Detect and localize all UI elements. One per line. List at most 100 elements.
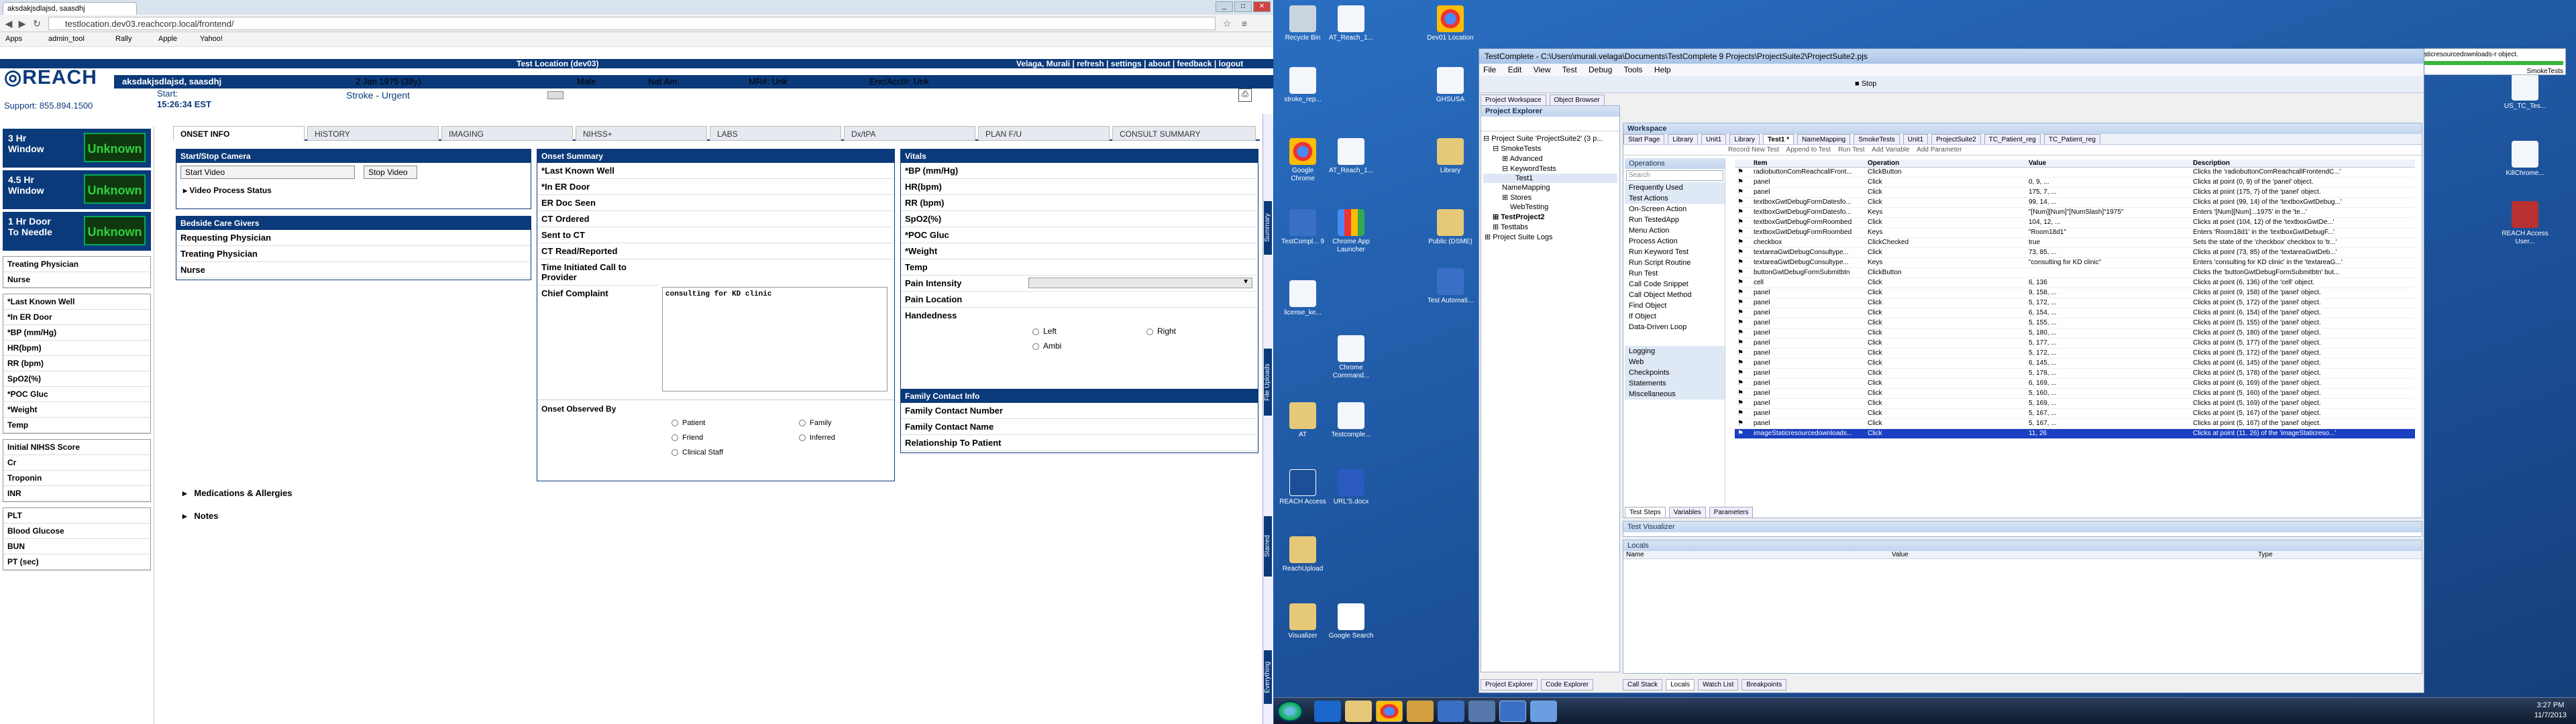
- tab-watch-list[interactable]: Watch List: [1698, 679, 1739, 690]
- desktop-icon-recycle-bin[interactable]: Recycle Bin: [1279, 5, 1326, 42]
- table-row[interactable]: ⚑ panel Click 5, 155, ... Clicks at point (5…: [1735, 318, 2415, 328]
- add-parameter[interactable]: Add Parameter: [1917, 146, 1962, 154]
- family-row[interactable]: Family Contact Name: [901, 419, 1258, 435]
- print-icon[interactable]: ⎙: [1238, 88, 1252, 102]
- vitals-row[interactable]: HR(bpm): [901, 179, 1258, 195]
- op-category[interactable]: Test Actions: [1625, 193, 1725, 204]
- table-row[interactable]: ⚑ panel Click 5, 167, ... Clicks at point (5…: [1735, 419, 2415, 429]
- desktop-icon-license[interactable]: license_ke...: [1279, 280, 1326, 317]
- table-row[interactable]: ⚑ imageStaticresourcedownloads... Click 11,…: [1735, 429, 2415, 439]
- pain-intensity-select[interactable]: ▼: [1028, 278, 1252, 288]
- col-operation[interactable]: Operation: [1865, 160, 2026, 167]
- table-row[interactable]: ⚑ panel Click 9, 158, ... Clicks at point (9…: [1735, 288, 2415, 298]
- table-row[interactable]: ⚑ textboxGwtDebugFormDatesfo... Keys "[Num]…: [1735, 208, 2415, 218]
- table-row[interactable]: ⚑ panel Click 6, 169, ... Clicks at point (6…: [1735, 379, 2415, 389]
- table-row[interactable]: ⚑ panel Click 5, 167, ... Clicks at point (5…: [1735, 409, 2415, 419]
- op-item[interactable]: Run TestedApp: [1625, 215, 1725, 225]
- desktop-icon-visualizer[interactable]: Visualizer: [1279, 603, 1326, 640]
- op-category[interactable]: Frequently Used: [1625, 182, 1725, 193]
- start-button-icon[interactable]: [1277, 701, 1303, 722]
- op-item[interactable]: Call Code Snippet: [1625, 279, 1725, 290]
- desktop-icon-reachupload[interactable]: ReachUpload: [1279, 536, 1326, 573]
- op-item[interactable]: If Object: [1625, 311, 1725, 322]
- chrome-taskbar-icon[interactable]: [1376, 701, 1403, 722]
- tree-node[interactable]: ⊟ Project Suite 'ProjectSuite2' (3 p...: [1483, 133, 1617, 143]
- logout-link[interactable]: logout: [1219, 59, 1244, 68]
- vitals-row[interactable]: Temp: [901, 259, 1258, 276]
- op-category[interactable]: Logging: [1625, 346, 1725, 357]
- tab-plan-fu[interactable]: PLAN F/U: [978, 126, 1110, 141]
- locals-col-type[interactable]: Type: [2258, 551, 2392, 558]
- tree-node[interactable]: ⊟ KeywordTests: [1483, 164, 1617, 174]
- append-to-test[interactable]: Append to Test: [1786, 146, 1831, 154]
- tab-nihss[interactable]: NIHSS+: [576, 126, 707, 141]
- tab-dx-tpa[interactable]: Dx/tPA: [844, 126, 975, 141]
- testcomplete-taskbar-icon[interactable]: [1438, 701, 1464, 722]
- op-item[interactable]: Call Object Method: [1625, 290, 1725, 300]
- table-row[interactable]: ⚑ radiobuttonComReachcallFront... ClickBut…: [1735, 168, 2415, 178]
- desktop-icon-urls[interactable]: URL'S.docx: [1328, 469, 1375, 506]
- doc-tab[interactable]: ProjectSuite2: [1931, 134, 1981, 144]
- table-row[interactable]: ⚑ buttonGwtDebugFormSubmitbtn ClickButton C…: [1735, 268, 2415, 278]
- side-tab-summary[interactable]: Summary: [1264, 201, 1272, 255]
- observed-inferred[interactable]: Inferred: [799, 434, 835, 442]
- tree-node[interactable]: ⊞ Stores: [1483, 192, 1617, 202]
- browser-tab[interactable]: aksdakjsdlajsd, saasdhj: [3, 2, 137, 15]
- desktop-icon-test-automation[interactable]: Test Automati...: [1427, 268, 1474, 305]
- tree-node[interactable]: ⊟ SmokeTests: [1483, 143, 1617, 154]
- table-row[interactable]: ⚑ panel Click 0, 9, ... Clicks at point (0, …: [1735, 178, 2415, 188]
- record-new-test[interactable]: Record New Test: [1728, 146, 1779, 154]
- table-row[interactable]: ⚑ textareaGwtDebugConsultype... Keys "consu…: [1735, 258, 2415, 268]
- vitals-row[interactable]: Pain Location: [901, 292, 1258, 308]
- tab-call-stack[interactable]: Call Stack: [1623, 679, 1663, 690]
- vitals-row[interactable]: *BP (mm/Hg): [901, 163, 1258, 179]
- run-test[interactable]: Run Test: [1838, 146, 1864, 154]
- video-status[interactable]: ▸ Video Process Status: [176, 182, 531, 199]
- feedback-link[interactable]: feedback: [1177, 59, 1212, 68]
- desktop-icon-library[interactable]: Library: [1427, 138, 1474, 175]
- doc-tab[interactable]: NameMapping: [1797, 134, 1851, 144]
- tab-project-explorer[interactable]: Project Explorer: [1481, 679, 1538, 690]
- doc-tab-active[interactable]: Test1 *: [1763, 134, 1794, 144]
- hand-ambi[interactable]: Ambi: [1032, 341, 1061, 351]
- forward-icon[interactable]: ▶: [16, 17, 28, 29]
- desktop-icon-us-tc[interactable]: US_TC_Tes...: [2502, 74, 2548, 111]
- vitals-row[interactable]: *Weight: [901, 243, 1258, 259]
- app-taskbar-icon[interactable]: [1530, 701, 1557, 722]
- url-input[interactable]: testlocation.dev03.reachcorp.local/front…: [48, 17, 1216, 30]
- side-tab-file-uploads[interactable]: File Uploads: [1264, 349, 1272, 416]
- doc-tab[interactable]: Start Page: [1623, 134, 1665, 144]
- op-item[interactable]: Menu Action: [1625, 225, 1725, 236]
- caregiver-row[interactable]: Nurse: [176, 262, 531, 278]
- doc-tab[interactable]: Library: [1729, 134, 1760, 144]
- table-row[interactable]: ⚑ textboxGwtDebugFormDatesfo... Click 99, 1…: [1735, 198, 2415, 208]
- tree-node[interactable]: ⊞ TestProject2: [1483, 212, 1617, 222]
- side-tab-everything[interactable]: Everything: [1264, 650, 1272, 704]
- app-taskbar-icon[interactable]: [1468, 701, 1495, 722]
- tab-project-workspace[interactable]: Project Workspace: [1481, 95, 1546, 106]
- col-description[interactable]: Description: [2190, 160, 2351, 167]
- doc-tab[interactable]: Unit1: [1902, 134, 1929, 144]
- op-category[interactable]: Miscellaneous: [1625, 389, 1725, 400]
- bookmark-apps[interactable]: Apps: [5, 35, 22, 43]
- ie-icon[interactable]: [1314, 701, 1341, 722]
- bookmark-yahoo[interactable]: Yahoo!: [200, 35, 223, 43]
- tab-imaging[interactable]: IMAGING: [441, 126, 573, 141]
- bookmark-admin-tool[interactable]: admin_tool: [48, 35, 85, 43]
- back-icon[interactable]: ◀: [3, 17, 15, 29]
- desktop-icon-stroke-rep[interactable]: stroke_rep...: [1279, 67, 1326, 104]
- menu-icon[interactable]: ≡: [1238, 17, 1250, 29]
- op-item[interactable]: Run Test: [1625, 268, 1725, 279]
- observed-clinical-staff[interactable]: Clinical Staff: [672, 448, 723, 457]
- vitals-row[interactable]: SpO2(%): [901, 211, 1258, 227]
- table-row[interactable]: ⚑ panel Click 5, 178, ... Clicks at point (5…: [1735, 369, 2415, 379]
- about-link[interactable]: about: [1148, 59, 1171, 68]
- menu-tools[interactable]: Tools: [1624, 65, 1643, 74]
- op-item[interactable]: Data-Driven Loop: [1625, 322, 1725, 333]
- desktop-icon-at-reach-2[interactable]: AT_Reach_1...: [1328, 138, 1375, 175]
- tree-node[interactable]: NameMapping: [1483, 183, 1617, 192]
- tab-locals[interactable]: Locals: [1666, 679, 1695, 690]
- desktop-icon-testcomplete[interactable]: TestCompl... 9: [1279, 209, 1326, 246]
- hand-right[interactable]: Right: [1146, 326, 1176, 336]
- desktop-icon-at-reach[interactable]: AT_Reach_1...: [1328, 5, 1375, 42]
